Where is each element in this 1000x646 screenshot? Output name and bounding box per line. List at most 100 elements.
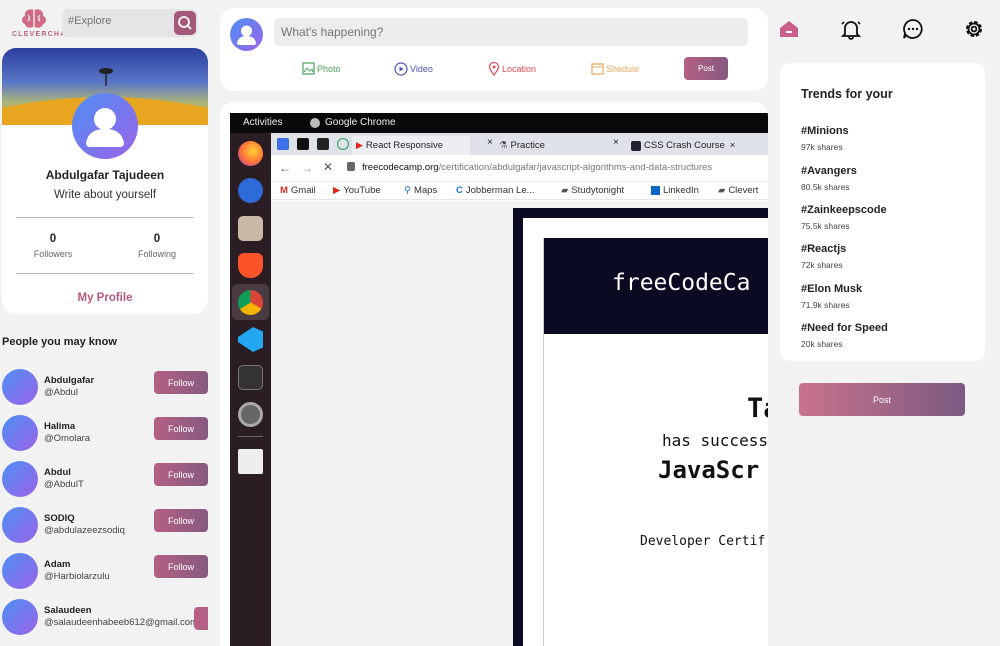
followers-label: Followers	[33, 249, 73, 259]
trend-shares: 97k shares	[801, 142, 843, 152]
follow-button[interactable]: Follow	[154, 417, 208, 440]
post-button[interactable]: Post	[799, 383, 965, 416]
location-label: Location	[502, 64, 537, 74]
forward-icon[interactable]: →	[301, 161, 313, 175]
my-profile-link[interactable]: My Profile	[2, 292, 208, 304]
following-stat[interactable]: 0 Following	[117, 233, 197, 259]
avatar[interactable]	[2, 599, 38, 635]
youtube-icon: ▶	[333, 185, 341, 196]
tab-favicon[interactable]	[317, 138, 329, 150]
stop-icon[interactable]: ✕	[323, 160, 333, 174]
followers-stat[interactable]: 0 Followers	[13, 233, 93, 259]
tab-favicon[interactable]	[277, 138, 289, 150]
close-tab-icon[interactable]: ×	[487, 137, 493, 148]
bookmark-label: Clevert	[728, 185, 759, 196]
tab-practice[interactable]: ⚗ Practice	[495, 136, 625, 155]
bookmark-maps[interactable]: ⚲ Maps	[404, 185, 437, 196]
bookmark-studytonight[interactable]: ▰ Studytonight	[561, 185, 624, 196]
bookmark-clevert[interactable]: ▰ Clevert	[718, 185, 758, 196]
search-button[interactable]	[174, 11, 196, 35]
follow-button[interactable]: Follow	[154, 371, 208, 394]
trends-title: Trends for your	[801, 87, 893, 101]
trend-item[interactable]: #Avangers 80.5k shares	[801, 165, 857, 192]
following-label: Following	[137, 249, 177, 259]
list-item: Abdulgafar @Abdul Follow	[2, 367, 212, 407]
url-text[interactable]: freecodecamp.org/certification/abdulgafa…	[362, 162, 712, 173]
profile-name: Abdulgafar Tajudeen	[45, 168, 165, 182]
home-button[interactable]	[777, 17, 801, 41]
vscode-icon	[238, 327, 263, 352]
video-icon	[394, 62, 408, 76]
video-button[interactable]: Video	[394, 62, 433, 76]
bookmark-youtube[interactable]: ▶ YouTube	[333, 185, 381, 196]
trend-shares: 80.5k shares	[801, 182, 850, 192]
trend-item[interactable]: #Zainkeepscode 75.5k shares	[801, 204, 887, 231]
close-tab-icon[interactable]: ×	[613, 137, 619, 148]
certificate-name: Ta	[747, 393, 768, 424]
avatar[interactable]	[2, 461, 38, 497]
post-image[interactable]: Activities Google Chrome ▶ React Respons…	[230, 113, 768, 646]
chrome-icon	[238, 290, 263, 315]
trend-shares: 20k shares	[801, 339, 843, 349]
avatar[interactable]	[230, 18, 263, 51]
messages-button[interactable]	[901, 17, 925, 41]
tab-react-responsive[interactable]: ▶ React Responsive	[352, 136, 470, 155]
person-handle: @Omolara	[44, 433, 91, 444]
trend-tag: #Need for Speed	[801, 322, 888, 334]
dock	[230, 133, 271, 646]
person-handle: @Harbiolarzulu	[44, 571, 110, 582]
post-button[interactable]: Post	[684, 57, 728, 80]
profile-about[interactable]: Write about yourself	[2, 189, 208, 201]
tab-css-crash-course[interactable]: CSS Crash Course ×	[627, 136, 768, 155]
jobberman-icon: C	[456, 185, 463, 196]
close-tab-icon[interactable]: ×	[730, 140, 736, 151]
bookmark-label: Jobberman Le...	[465, 185, 535, 196]
gmail-icon: M	[280, 185, 288, 196]
tab-favicon[interactable]	[297, 138, 309, 150]
trend-item[interactable]: #Minions 97k shares	[801, 125, 849, 152]
schedule-button[interactable]: Shedule	[591, 62, 639, 75]
back-icon[interactable]: ←	[279, 161, 291, 175]
profile-avatar[interactable]	[72, 93, 138, 159]
trend-item[interactable]: #Reactjs 72k shares	[801, 243, 846, 270]
bookmark-jobberman[interactable]: C Jobberman Le...	[456, 185, 535, 196]
photo-button[interactable]: Photo	[302, 62, 341, 75]
notifications-button[interactable]	[839, 17, 863, 41]
certificate-inner: freeCodeCa Ta has success JavaScr Develo…	[523, 218, 768, 646]
list-item: Adam @Harbiolarzulu Follow	[2, 551, 212, 591]
list-item: SODIQ @abdulazeezsodiq Follow	[2, 505, 212, 545]
tab-favicon[interactable]	[337, 138, 349, 150]
files-icon	[238, 216, 263, 241]
certificate-body: freeCodeCa Ta has success JavaScr Develo…	[543, 238, 768, 646]
location-button[interactable]: Location	[488, 62, 536, 76]
browser-tabs: ▶ React Responsive × ⚗ Practice × CSS Cr…	[271, 133, 768, 155]
follow-button[interactable]: Follow	[154, 555, 208, 578]
trend-item[interactable]: #Need for Speed 20k shares	[801, 322, 888, 349]
avatar[interactable]	[2, 553, 38, 589]
avatar[interactable]	[2, 369, 38, 405]
follow-button[interactable]: Follow	[154, 509, 208, 532]
avatar[interactable]	[2, 507, 38, 543]
desktop-top-bar: Activities Google Chrome	[230, 113, 768, 133]
bookmark-label: Gmail	[290, 185, 316, 196]
follow-button-partial[interactable]	[194, 607, 208, 630]
activities-label: Activities	[243, 117, 283, 128]
settings-button[interactable]	[962, 17, 986, 41]
person-name: SODIQ	[44, 513, 75, 524]
app-logo[interactable]: CLEVERCHAT	[12, 8, 70, 38]
bookmark-gmail[interactable]: M Gmail	[280, 185, 316, 196]
person-handle: @abdulazeezsodiq	[44, 525, 125, 536]
post-input[interactable]	[274, 18, 748, 46]
settings-icon	[966, 21, 982, 37]
post-composer: Photo Video Location Shedule Post	[220, 8, 768, 91]
follow-button[interactable]: Follow	[154, 463, 208, 486]
document-icon	[238, 449, 263, 474]
chrome-small-icon	[310, 118, 320, 128]
trend-item[interactable]: #Elon Musk 71.9k shares	[801, 283, 862, 310]
bookmark-linkedin[interactable]: LinkedIn	[651, 185, 699, 196]
feed-post: Activities Google Chrome ▶ React Respons…	[220, 102, 768, 646]
tab-favicon	[631, 140, 641, 151]
avatar[interactable]	[2, 415, 38, 451]
search-input[interactable]	[68, 15, 168, 27]
photo-icon	[302, 62, 315, 75]
